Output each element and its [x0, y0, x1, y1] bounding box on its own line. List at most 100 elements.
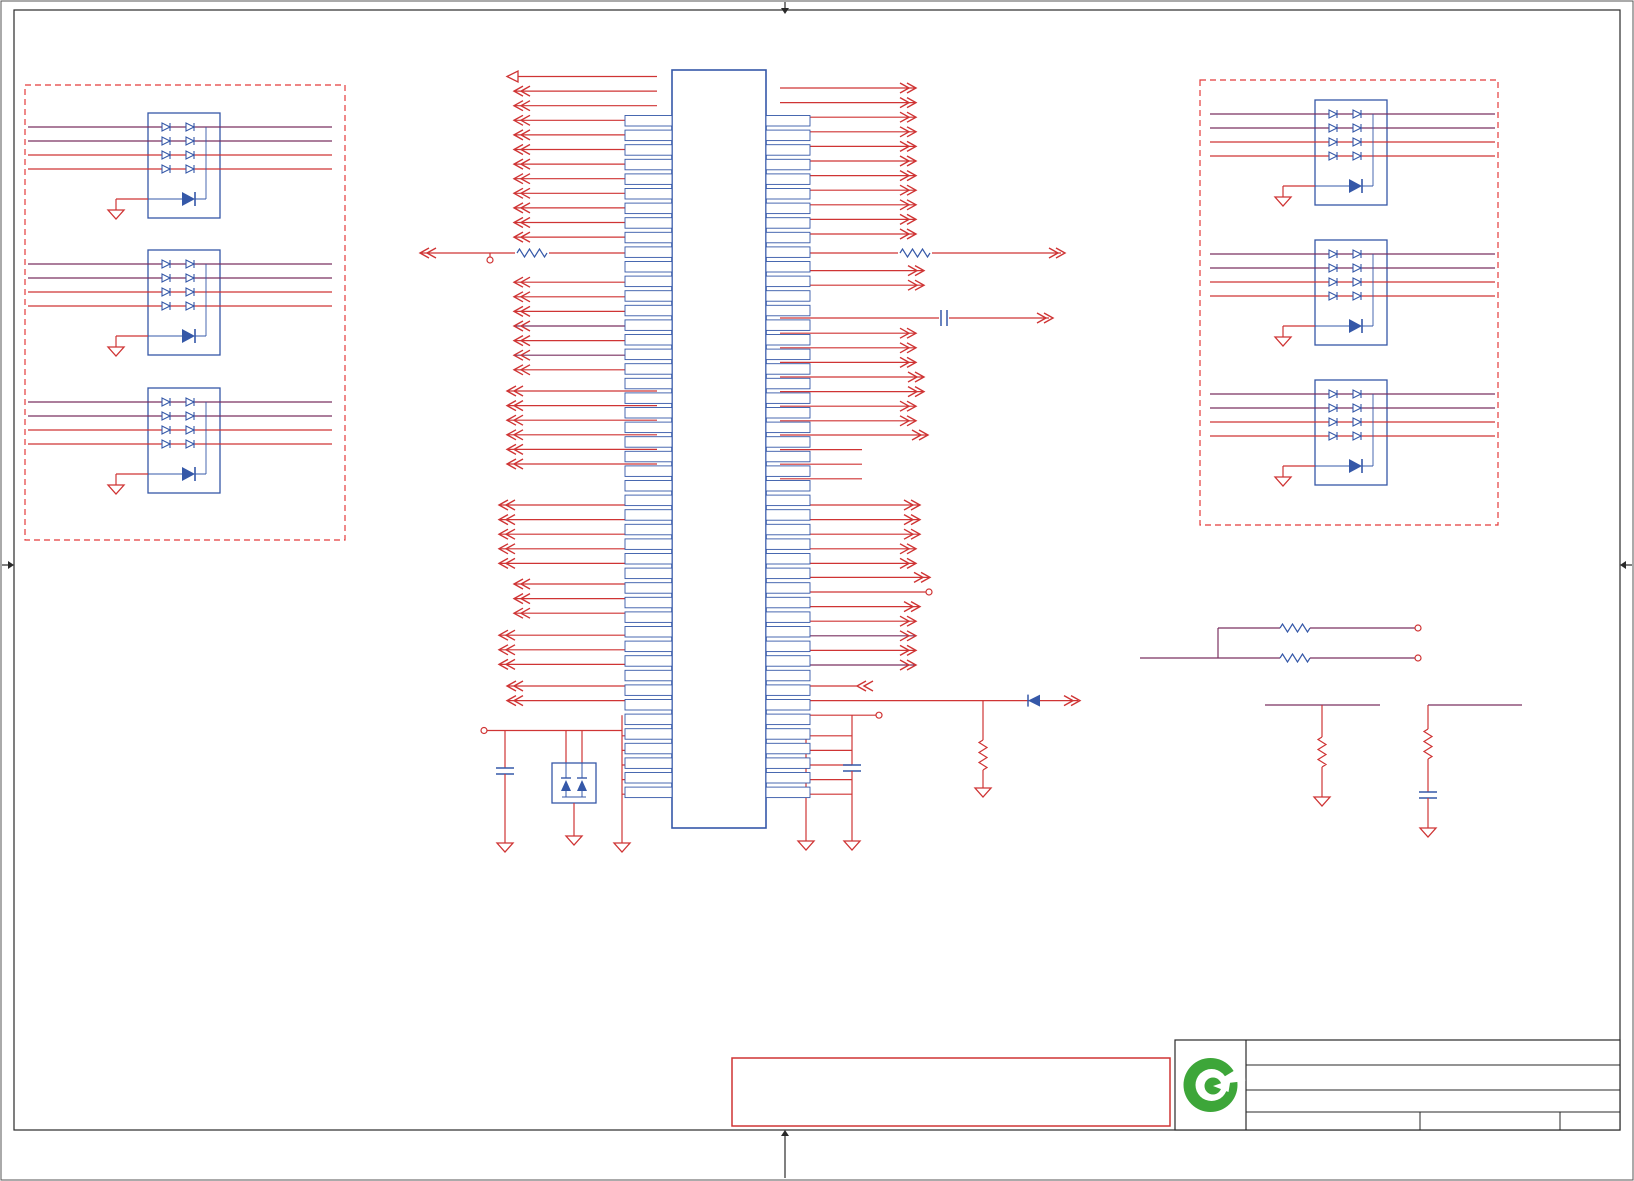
ic-pin: [765, 436, 811, 448]
center-tick-icon: [8, 561, 14, 569]
resistor-icon: [516, 247, 548, 259]
terminal-icon: [925, 588, 933, 596]
ground-icon: [106, 346, 126, 357]
ic-pin: [765, 553, 811, 565]
ic-pin: [765, 158, 811, 171]
terminal-icon: [480, 726, 488, 735]
off-page-arrow-icon: [505, 69, 519, 84]
tvs-diode-pair: [551, 762, 597, 804]
ic-pin: [624, 334, 673, 346]
center-tick-icon: [1620, 561, 1626, 569]
ic-pin: [624, 290, 673, 302]
ic-pin: [765, 202, 811, 215]
ic-pin: [624, 523, 673, 536]
ic-pin: [765, 757, 811, 769]
resistor-icon: [977, 739, 989, 771]
off-page-chevron-left-icon: [855, 680, 874, 692]
ic-pin: [624, 275, 673, 288]
ic-pin: [765, 334, 811, 346]
ic-pin: [765, 275, 811, 288]
ic-pin: [624, 480, 673, 492]
resistor-icon: [1279, 622, 1311, 634]
ic-pin: [624, 713, 673, 726]
ic-pin: [624, 786, 673, 799]
ic-pin: [765, 290, 811, 302]
ic-pin: [765, 684, 811, 696]
ic-pin: [624, 538, 673, 550]
ic-pin: [624, 596, 673, 609]
center-tick-icon: [781, 1130, 789, 1136]
ic-pin: [624, 246, 673, 258]
ic-pin: [765, 246, 811, 258]
ic-pin: [624, 144, 673, 156]
ic-pin: [624, 742, 673, 755]
ic-pin: [624, 669, 673, 682]
ground-icon: [1273, 336, 1293, 347]
ic-pin: [624, 450, 673, 463]
ic-pin: [624, 261, 673, 273]
ic-pin: [765, 363, 811, 375]
ic-pin: [765, 699, 811, 711]
ic-body: [671, 69, 767, 829]
terminal-icon: [1414, 624, 1422, 632]
ic-pin: [765, 538, 811, 550]
ic-pin: [765, 304, 811, 317]
resistor-icon: [1316, 736, 1328, 768]
ic-pin: [765, 261, 811, 273]
ic-pin-column-left: [624, 115, 673, 799]
ic-pin: [765, 348, 811, 361]
ic-pin: [624, 553, 673, 565]
ic-pin: [624, 494, 673, 507]
schematic-sheet: [0, 0, 1634, 1181]
ic-pin: [765, 626, 811, 638]
ic-pin: [624, 611, 673, 623]
ic-pin: [624, 129, 673, 142]
ic-pin: [624, 640, 673, 653]
ic-pin: [765, 596, 811, 609]
ic-pin: [765, 728, 811, 740]
capacitor-icon: [496, 767, 514, 775]
ground-icon: [1273, 476, 1293, 487]
ic-pin: [765, 129, 811, 142]
diode-array-component: [28, 249, 332, 357]
ic-pin: [624, 772, 673, 784]
page-frame: [0, 0, 1634, 1181]
ic-pin: [765, 611, 811, 623]
ic-pin: [765, 421, 811, 434]
ic-pin: [765, 772, 811, 784]
ground-icon: [564, 835, 584, 846]
ic-pin: [624, 304, 673, 317]
ic-pin: [765, 669, 811, 682]
ic-pin: [624, 582, 673, 594]
ground-icon: [1273, 196, 1293, 207]
diode-array-component: [1210, 379, 1495, 487]
capacitor-icon: [843, 764, 861, 772]
diode-array-component: [28, 387, 332, 495]
ground-icon: [1312, 796, 1332, 807]
ic-pin: [624, 626, 673, 638]
ic-pin: [765, 582, 811, 594]
ic-pin: [624, 115, 673, 127]
ic-pin: [624, 377, 673, 390]
ground-icon: [796, 840, 816, 851]
title-block: [1174, 1039, 1621, 1131]
ground-icon: [106, 484, 126, 495]
ic-pin: [624, 319, 673, 331]
ic-pin: [624, 158, 673, 171]
ic-pin: [765, 567, 811, 580]
ic-pin: [765, 231, 811, 244]
ic-pin: [765, 509, 811, 521]
ground-icon: [495, 842, 515, 853]
diode-array-component: [1210, 239, 1495, 347]
ic-pin: [765, 465, 811, 477]
ic-pin: [765, 655, 811, 667]
ic-pin: [765, 523, 811, 536]
ic-pin: [624, 728, 673, 740]
ic-pin: [765, 115, 811, 127]
ground-icon: [842, 840, 862, 851]
ic-pin: [624, 407, 673, 419]
center-tick-icon: [781, 8, 789, 14]
ic-pin: [765, 144, 811, 156]
ic-pin: [765, 640, 811, 653]
ic-pin: [765, 188, 811, 200]
